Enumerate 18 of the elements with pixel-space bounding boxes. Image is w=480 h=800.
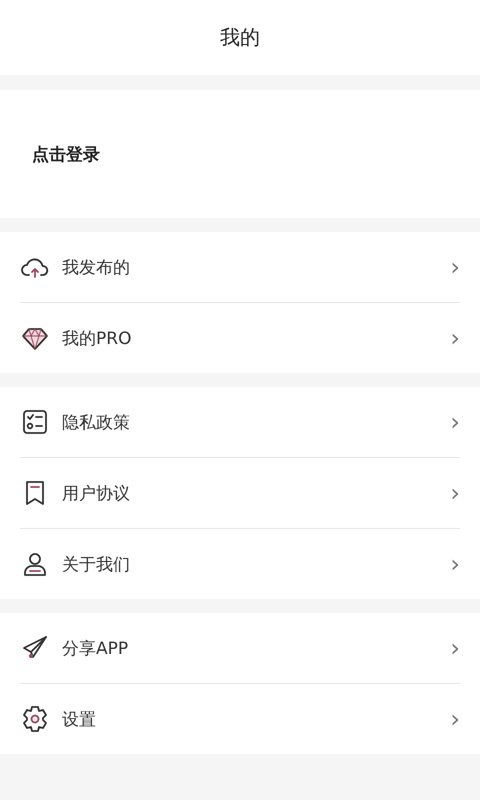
chevron-icon: › (450, 707, 460, 731)
settings-icon (20, 704, 50, 734)
menu-item[interactable]: 隐私政策 (62, 410, 450, 434)
chevron-icon: › (450, 552, 460, 576)
menu-item[interactable]: 用户协议 (62, 482, 450, 504)
chevron-icon: › (450, 326, 460, 350)
chevron-icon: › (450, 410, 460, 434)
page-title: 我的 (220, 24, 260, 51)
menu-item[interactable]: 关于我们 (62, 552, 450, 576)
chevron-icon: › (450, 255, 460, 279)
login-link[interactable]: 点击登录 (32, 142, 100, 166)
chevron-icon: › (450, 481, 460, 505)
menu-item[interactable]: 分享APP (62, 636, 450, 660)
chevron-icon: › (450, 636, 460, 660)
checklist-icon (20, 407, 50, 437)
menu-item[interactable]: 我发布的 (62, 256, 450, 278)
menu-item[interactable]: 我的PRO (62, 326, 450, 350)
menu-item[interactable]: 设置 (62, 708, 450, 730)
